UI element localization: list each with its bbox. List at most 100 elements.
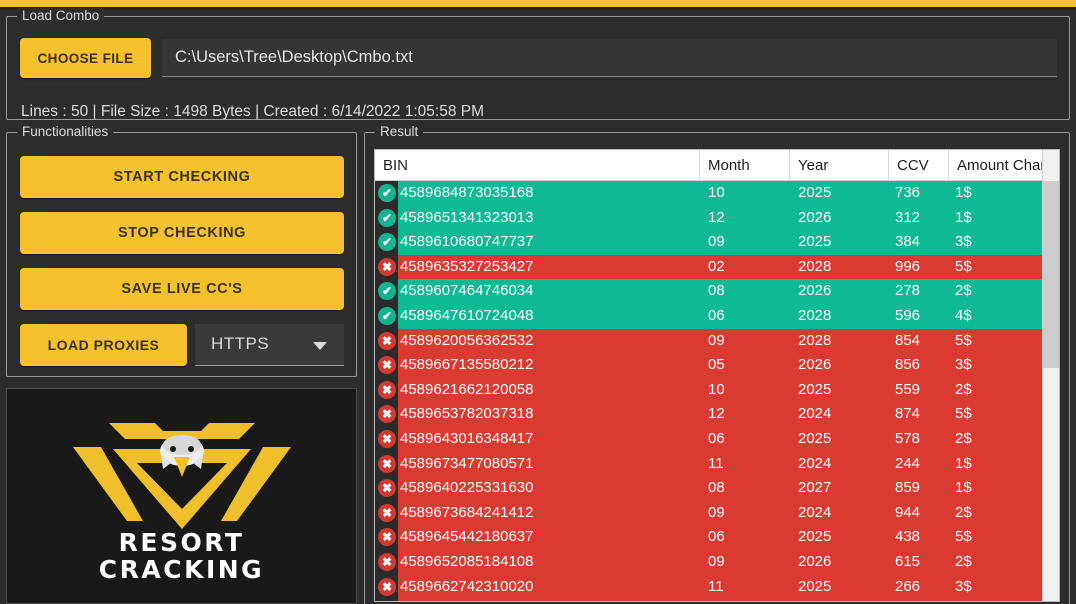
table-row[interactable]: ✔ 4589651341323013 12 2026 312 1$	[375, 205, 1044, 231]
table-row[interactable]: ✖ 4589653782037318 12 2024 874 5$	[375, 402, 1044, 427]
cell-month: 11	[708, 577, 724, 595]
x-circle-icon: ✖	[378, 380, 396, 399]
cell-amount: 2$	[955, 503, 972, 521]
cell-ccv: 615	[895, 552, 921, 570]
check-circle-icon: ✔	[378, 306, 396, 325]
cell-amount: 3$	[955, 356, 972, 374]
cell-amount: 1$	[955, 454, 972, 472]
chevron-down-icon	[313, 342, 327, 350]
table-row[interactable]: ✖	[375, 599, 1044, 601]
save-live-ccs-button[interactable]: SAVE LIVE CC'S	[20, 268, 344, 310]
x-circle-icon: ✖	[378, 454, 396, 473]
cell-ccv: 559	[895, 380, 921, 398]
cell-amount: 1$	[955, 479, 972, 497]
table-row[interactable]: ✖ 4589667135580212 05 2026 856 3$	[375, 353, 1044, 378]
cell-year: 2026	[798, 208, 832, 226]
row-gutter	[375, 599, 398, 601]
cell-amount: 5$	[955, 331, 972, 349]
table-row[interactable]: ✖ 4589640225331630 08 2027 859 1$	[375, 476, 1044, 501]
cell-bin: 4589667135580212	[400, 356, 534, 374]
load-combo-legend: Load Combo	[17, 8, 105, 24]
table-row[interactable]: ✖ 4589620056362532 09 2028 854 5$	[375, 328, 1044, 354]
cell-amount: 5$	[955, 528, 972, 546]
x-circle-icon: ✖	[378, 429, 396, 448]
result-legend: Result	[375, 124, 424, 140]
cell-bin: 4589610680747737	[400, 233, 534, 251]
cell-month: 06	[708, 528, 725, 546]
stop-checking-button[interactable]: STOP CHECKING	[20, 212, 344, 254]
cell-year: 2024	[798, 503, 832, 521]
cell-bin: 4589651341323013	[400, 208, 534, 226]
table-row[interactable]: ✖ 4589662742310020 11 2025 266 3$	[375, 574, 1044, 600]
cell-amount: 3$	[955, 577, 972, 595]
cell-bin: 4589662742310020	[400, 577, 534, 595]
x-circle-icon: ✖	[378, 257, 396, 276]
x-circle-icon: ✖	[378, 577, 396, 596]
result-table-body: ✔ 4589684873035168 10 2025 736 1$ ✔ 45896513413…	[375, 181, 1059, 601]
table-row[interactable]: ✖ 4589635327253427 02 2028 996 5$	[375, 254, 1044, 280]
proxy-type-select[interactable]: HTTPS	[195, 324, 344, 366]
top-accent-shadow	[0, 7, 1076, 10]
table-row[interactable]: ✖ 4589652085184108 09 2026 615 2$	[375, 549, 1044, 575]
table-row[interactable]: ✔ 4589607464746034 08 2026 278 2$	[375, 279, 1044, 304]
cell-year: 2028	[798, 306, 832, 324]
cell-bin: 4589673684241412	[400, 503, 534, 521]
result-vertical-scrollbar[interactable]	[1042, 150, 1059, 601]
x-circle-icon: ✖	[378, 503, 396, 522]
table-row[interactable]: ✖ 4589673477080571 11 2024 244 1$	[375, 451, 1044, 477]
cell-bin: 4589635327253427	[400, 257, 534, 275]
table-row[interactable]: ✖ 4589673684241412 09 2024 944 2$	[375, 500, 1044, 526]
load-combo-group: Load Combo CHOOSE FILE Lines : 50 | File…	[6, 8, 1070, 120]
cell-bin: 4589621662120058	[400, 380, 534, 398]
cell-year: 2025	[798, 429, 832, 447]
result-table: BIN Month Year CCV Amount Charge ^ ✔4589…	[374, 149, 1060, 602]
cell-year: 2024	[798, 454, 832, 472]
cell-bin: 4589643016348417	[400, 429, 534, 447]
cell-bin: 4589620056362532	[400, 331, 534, 349]
cell-amount: 2$	[955, 282, 972, 300]
choose-file-button[interactable]: CHOOSE FILE	[20, 38, 151, 78]
cell-year: 2025	[798, 380, 832, 398]
functionalities-group: Functionalities START CHECKING STOP CHEC…	[6, 124, 357, 377]
x-circle-icon: ✖	[378, 479, 396, 498]
cell-ccv: 438	[895, 528, 921, 546]
app-window: Load Combo CHOOSE FILE Lines : 50 | File…	[0, 0, 1076, 604]
cell-bin: 4589684873035168	[400, 184, 534, 201]
cell-month: 12	[708, 208, 725, 226]
cell-bin: 4589652085184108	[400, 552, 534, 570]
column-header-month[interactable]: Month	[700, 150, 790, 181]
table-row[interactable]: ✖ 4589621662120058 10 2025 559 2$	[375, 377, 1044, 403]
cell-year: 2028	[798, 331, 832, 349]
column-header-ccv[interactable]: CCV	[889, 150, 949, 181]
cell-month: 09	[708, 503, 725, 521]
cell-month: 10	[708, 380, 725, 398]
column-header-bin[interactable]: BIN	[375, 150, 700, 181]
cell-bin: 4589647610724048	[400, 306, 534, 324]
cell-ccv: 854	[895, 331, 921, 349]
cell-ccv: 312	[895, 208, 921, 226]
cell-amount: 2$	[955, 552, 972, 570]
cell-bin: 4589673477080571	[400, 454, 534, 472]
cell-month: 06	[708, 306, 725, 324]
table-row[interactable]: ✔ 4589610680747737 09 2025 384 3$	[375, 230, 1044, 255]
brand-wordmark: RESORT CRACKING	[7, 529, 356, 583]
table-row[interactable]: ✔ 4589684873035168 10 2025 736 1$	[375, 181, 1044, 206]
start-checking-button[interactable]: START CHECKING	[20, 156, 344, 198]
cell-ccv: 874	[895, 405, 921, 423]
column-header-year[interactable]: Year	[790, 150, 889, 181]
result-scrollbar-thumb[interactable]	[1043, 181, 1059, 368]
cell-ccv: 996	[895, 257, 921, 275]
top-accent-bar	[0, 0, 1076, 7]
cell-amount: 2$	[955, 380, 972, 398]
column-header-amount[interactable]: Amount Charge	[949, 150, 1044, 181]
table-row[interactable]: ✔ 4589647610724048 06 2028 596 4$	[375, 303, 1044, 329]
load-proxies-button[interactable]: LOAD PROXIES	[20, 324, 187, 366]
file-meta-text: Lines : 50 | File Size : 1498 Bytes | Cr…	[21, 103, 484, 120]
file-path-input[interactable]	[162, 39, 1057, 77]
cell-ccv: 244	[895, 454, 921, 472]
cell-bin: 4589653782037318	[400, 405, 534, 423]
cell-amount: 1$	[955, 208, 972, 226]
result-table-header: BIN Month Year CCV Amount Charge ^	[375, 150, 1059, 181]
table-row[interactable]: ✖ 4589643016348417 06 2025 578 2$	[375, 426, 1044, 452]
table-row[interactable]: ✖ 4589645442180637 06 2025 438 5$	[375, 525, 1044, 550]
